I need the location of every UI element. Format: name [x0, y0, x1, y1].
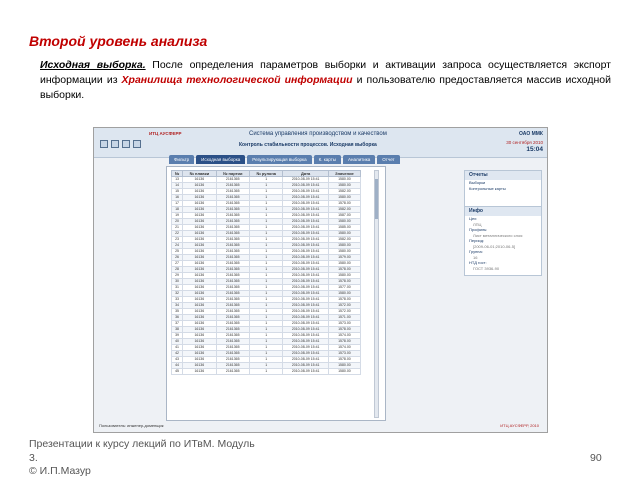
status-bar: Пользователь: инженер-доменщик: [99, 423, 164, 428]
table-scrollbar[interactable]: [374, 170, 379, 418]
info-title: Инфо: [465, 207, 541, 216]
intro-highlight: Хранилища технологической информации: [121, 74, 353, 86]
app-footer: ИТЦ АУСФЕРР, 2010: [500, 423, 539, 428]
system-title: Система управления производством и качес…: [249, 131, 387, 137]
tab-bar: Фильтр Исходная выборка Результирующая в…: [169, 155, 402, 164]
slide-title: Второй уровень анализа: [29, 33, 208, 49]
tab-result-sample[interactable]: Результирующая выборка: [247, 155, 312, 164]
footer-line-1: Презентации к курсу лекций по ИТвМ. Моду…: [29, 438, 255, 450]
app-screenshot: ИТЦ АУСФЕРР Система управления производс…: [93, 127, 548, 433]
table-cell: 45: [170, 368, 184, 375]
info-lines: Цех: ЛПЦ Профиль: Лист металлического слоя П…: [465, 216, 541, 271]
table-cell: 2010-08-09 15:41: [282, 368, 329, 375]
tab-report[interactable]: Отчет: [377, 155, 400, 164]
form-title: Контроль стабильности процессов. Исходна…: [239, 142, 377, 148]
print-icon[interactable]: [122, 140, 130, 148]
app-logo: ИТЦ АУСФЕРР: [149, 131, 182, 136]
info-line: ГОСТ 3936-90: [473, 265, 500, 271]
data-table: № № плавки № партии № рулона Дата Значен…: [170, 170, 362, 375]
tab-source-sample[interactable]: Исходная выборка: [196, 155, 246, 164]
reports-title: Отчеты: [465, 171, 541, 180]
scroll-thumb[interactable]: [375, 179, 378, 219]
info-panel: Инфо Цех: ЛПЦ Профиль: Лист металлического …: [464, 206, 542, 276]
current-time: 15:04: [526, 146, 543, 153]
footer-credit: Презентации к курсу лекций по ИТвМ. Моду…: [29, 438, 255, 479]
tab-analytics[interactable]: Аналитика: [343, 155, 376, 164]
table-cell: 1580.00: [327, 368, 362, 375]
help-icon[interactable]: [133, 140, 141, 148]
page-number: 90: [590, 452, 602, 464]
table-cell: 2161365: [215, 368, 250, 375]
table-cell: 1: [248, 368, 284, 375]
data-panel: № № плавки № партии № рулона Дата Значен…: [166, 166, 386, 421]
save-icon[interactable]: [111, 140, 119, 148]
tab-filter[interactable]: Фильтр: [169, 155, 195, 164]
home-icon[interactable]: [100, 140, 108, 148]
table-row[interactable]: 45 16136 2161365 1 2010-08-09 15:41 1580.00: [170, 368, 362, 375]
intro-lead: Исходная выборка.: [40, 59, 146, 71]
report-item-control-charts[interactable]: Контрольные карты: [465, 186, 541, 192]
footer-line-2: 3.: [29, 451, 38, 464]
app-header: ИТЦ АУСФЕРР Система управления производс…: [94, 128, 547, 158]
table-cell: 16136: [182, 368, 217, 375]
current-date: 30 сентября 2010: [506, 140, 543, 145]
intro-paragraph: Исходная выборка. После определения пара…: [40, 58, 611, 103]
table-body: 13 16136 2161365 1 2010-08-09 15:41 1580.00 14…: [170, 176, 362, 375]
company-name: ОАО ММК: [519, 131, 543, 137]
footer-line-3: © И.П.Мазур: [29, 465, 91, 477]
tab-control-charts[interactable]: К. карты: [313, 155, 342, 164]
